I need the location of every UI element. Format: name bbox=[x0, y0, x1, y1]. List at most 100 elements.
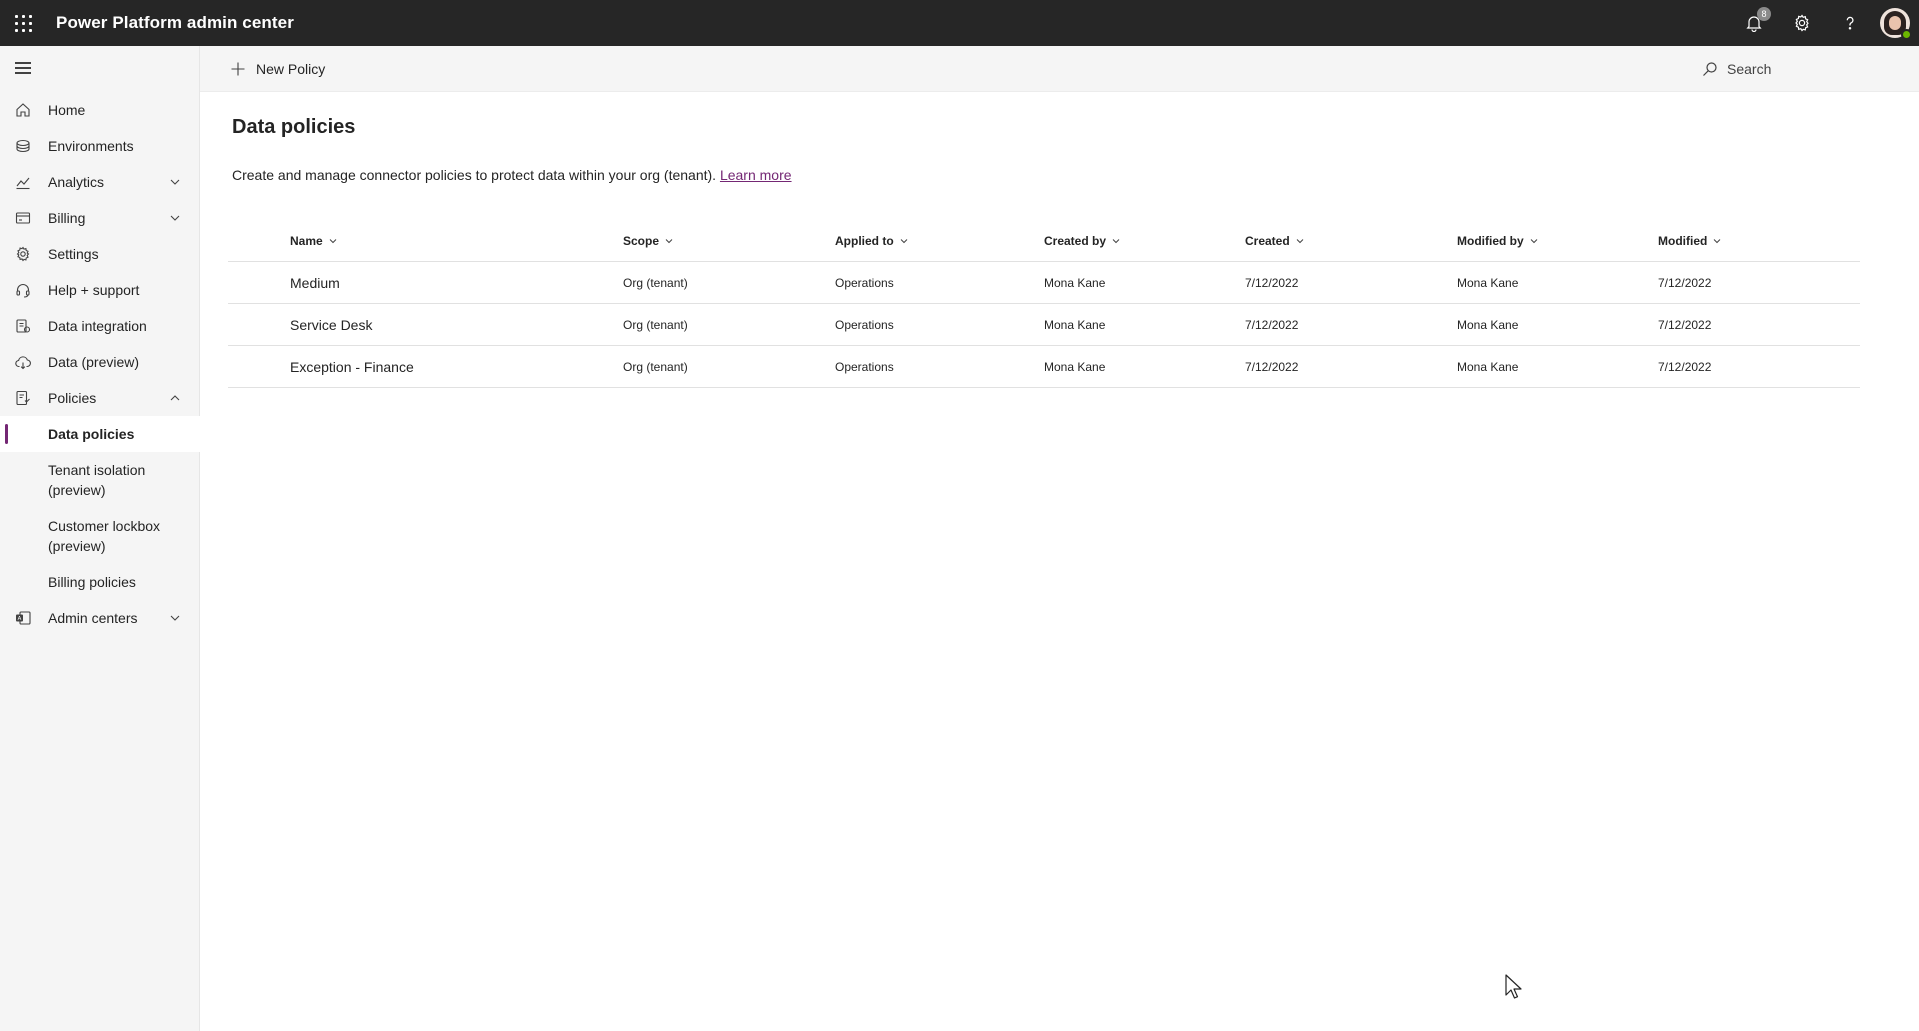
sidebar-item-label: Billing bbox=[48, 210, 86, 226]
environments-icon bbox=[14, 137, 32, 155]
avatar[interactable] bbox=[1880, 8, 1912, 40]
policy-applied-to: Operations bbox=[835, 276, 894, 290]
sidebar-item-home[interactable]: Home bbox=[0, 92, 200, 128]
gear-icon bbox=[1795, 14, 1809, 32]
sidebar-item-label: Tenant isolation (preview) bbox=[48, 462, 146, 498]
sidebar-item-data-preview[interactable]: Data (preview) bbox=[0, 344, 200, 380]
policy-created-by: Mona Kane bbox=[1044, 276, 1106, 290]
chevron-down-icon bbox=[1296, 239, 1304, 244]
sidebar-item-label: Home bbox=[48, 102, 86, 118]
presence-indicator bbox=[1901, 29, 1912, 40]
table-header: Name Scope Applied to Created by Created… bbox=[228, 220, 1860, 262]
column-header-name[interactable]: Name bbox=[290, 220, 338, 262]
sidebar-item-environments[interactable]: Environments bbox=[0, 128, 200, 164]
table-row[interactable]: Exception - Finance Org (tenant) Operati… bbox=[228, 346, 1860, 388]
chevron-down-icon bbox=[900, 239, 908, 244]
admin-centers-icon: A bbox=[14, 609, 32, 627]
analytics-icon bbox=[14, 173, 32, 191]
policy-created: 7/12/2022 bbox=[1245, 276, 1299, 290]
chevron-down-icon bbox=[170, 615, 180, 621]
sidebar: Home Environments Analytics Billing Sett… bbox=[0, 46, 200, 1031]
svg-text:A: A bbox=[18, 616, 22, 622]
sidebar-item-data-policies[interactable]: Data policies bbox=[0, 416, 200, 452]
data-integration-icon bbox=[14, 317, 32, 335]
sidebar-item-billing[interactable]: Billing bbox=[0, 200, 200, 236]
policies-table: Name Scope Applied to Created by Created… bbox=[228, 220, 1860, 388]
chevron-down-icon bbox=[170, 179, 180, 185]
headset-icon bbox=[14, 281, 32, 299]
top-actions: 8 bbox=[1730, 0, 1919, 46]
sidebar-item-label: Settings bbox=[48, 246, 99, 262]
sidebar-item-label: Data integration bbox=[48, 318, 147, 334]
sidebar-item-help-support[interactable]: Help + support bbox=[0, 272, 200, 308]
policy-created-by: Mona Kane bbox=[1044, 360, 1106, 374]
sidebar-item-label: Billing policies bbox=[48, 574, 136, 590]
sidebar-item-label: Policies bbox=[48, 390, 97, 406]
sidebar-item-data-integration[interactable]: Data integration bbox=[0, 308, 200, 344]
table-row[interactable]: Service Desk Org (tenant) Operations Mon… bbox=[228, 304, 1860, 346]
sidebar-item-policies[interactable]: Policies bbox=[0, 380, 200, 416]
column-header-scope[interactable]: Scope bbox=[623, 220, 674, 262]
chevron-down-icon bbox=[1713, 239, 1721, 244]
column-header-modified[interactable]: Modified bbox=[1658, 220, 1722, 262]
gear-icon bbox=[14, 245, 32, 263]
sidebar-item-label: Customer lockbox (preview) bbox=[48, 518, 161, 554]
policy-applied-to: Operations bbox=[835, 318, 894, 332]
plus-icon bbox=[231, 62, 245, 76]
column-header-created[interactable]: Created bbox=[1245, 220, 1305, 262]
page-title: Data policies bbox=[232, 116, 356, 138]
chevron-up-icon bbox=[170, 395, 180, 401]
chevron-down-icon bbox=[170, 215, 180, 221]
home-icon bbox=[14, 101, 32, 119]
billing-icon bbox=[14, 209, 32, 227]
policy-applied-to: Operations bbox=[835, 360, 894, 374]
notification-badge: 8 bbox=[1757, 7, 1771, 21]
chevron-down-icon bbox=[1530, 239, 1538, 244]
sidebar-nav: Home Environments Analytics Billing Sett… bbox=[0, 92, 200, 636]
sidebar-item-label: Environments bbox=[48, 138, 134, 154]
sidebar-item-label: Analytics bbox=[48, 174, 105, 190]
policy-modified-by: Mona Kane bbox=[1457, 318, 1519, 332]
top-bar: Power Platform admin center 8 bbox=[0, 0, 1919, 46]
column-header-modified-by[interactable]: Modified by bbox=[1457, 220, 1539, 262]
sidebar-item-label: Admin centers bbox=[48, 610, 138, 626]
menu-toggle-button[interactable] bbox=[12, 60, 36, 76]
search-placeholder: Search bbox=[1727, 61, 1772, 77]
column-header-created-by[interactable]: Created by bbox=[1044, 220, 1121, 262]
description-text: Create and manage connector policies to … bbox=[232, 167, 720, 183]
app-launcher-button[interactable] bbox=[0, 0, 46, 46]
policy-scope: Org (tenant) bbox=[623, 318, 688, 332]
policies-icon bbox=[14, 389, 32, 407]
notifications-button[interactable]: 8 bbox=[1730, 0, 1778, 46]
command-bar: New Policy Search bbox=[200, 46, 1919, 92]
new-policy-button[interactable]: New Policy bbox=[230, 46, 325, 92]
main-content: Data policies Create and manage connecto… bbox=[200, 92, 1919, 1031]
help-icon bbox=[1846, 16, 1854, 30]
new-policy-label: New Policy bbox=[256, 61, 326, 77]
sidebar-item-tenant-isolation[interactable]: Tenant isolation (preview) bbox=[0, 452, 200, 508]
policy-name[interactable]: Service Desk bbox=[290, 304, 372, 346]
sidebar-item-settings[interactable]: Settings bbox=[0, 236, 200, 272]
sidebar-item-billing-policies[interactable]: Billing policies bbox=[0, 564, 200, 600]
help-button[interactable] bbox=[1826, 0, 1874, 46]
policy-name[interactable]: Exception - Finance bbox=[290, 346, 414, 388]
page-description: Create and manage connector policies to … bbox=[232, 167, 792, 183]
policy-scope: Org (tenant) bbox=[623, 360, 688, 374]
settings-button[interactable] bbox=[1778, 0, 1826, 46]
policy-created-by: Mona Kane bbox=[1044, 318, 1106, 332]
column-header-applied-to[interactable]: Applied to bbox=[835, 220, 909, 262]
sidebar-item-customer-lockbox[interactable]: Customer lockbox (preview) bbox=[0, 508, 200, 564]
search-input[interactable]: Search bbox=[1700, 53, 1900, 85]
learn-more-link[interactable]: Learn more bbox=[720, 167, 792, 183]
policy-scope: Org (tenant) bbox=[623, 276, 688, 290]
policy-modified-by: Mona Kane bbox=[1457, 276, 1519, 290]
sidebar-item-label: Data (preview) bbox=[48, 354, 140, 370]
sidebar-item-label: Help + support bbox=[48, 282, 140, 298]
sidebar-item-analytics[interactable]: Analytics bbox=[0, 164, 200, 200]
cloud-data-icon bbox=[14, 353, 32, 371]
app-title[interactable]: Power Platform admin center bbox=[56, 13, 294, 33]
sidebar-item-admin-centers[interactable]: A Admin centers bbox=[0, 600, 200, 636]
chevron-down-icon bbox=[329, 239, 337, 244]
table-row[interactable]: Medium Org (tenant) Operations Mona Kane… bbox=[228, 262, 1860, 304]
policy-name[interactable]: Medium bbox=[290, 262, 340, 304]
